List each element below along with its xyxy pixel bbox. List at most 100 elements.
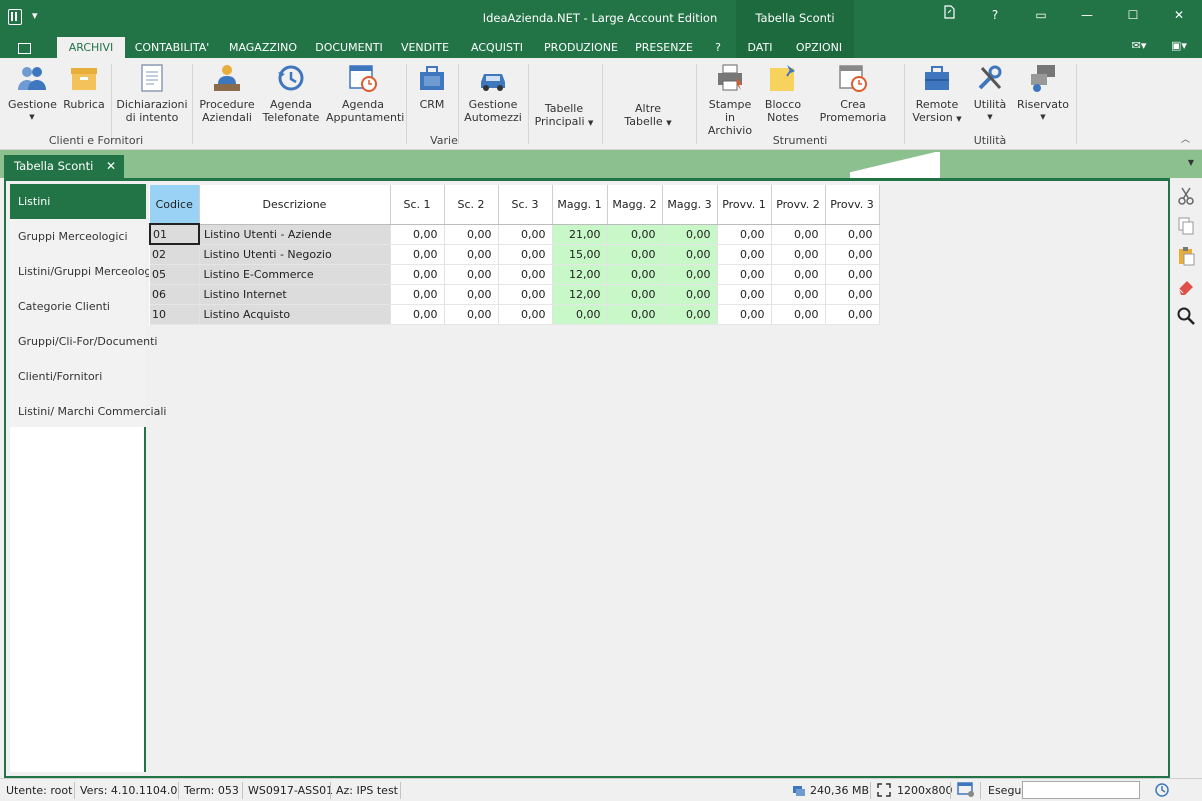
column-header-sc2[interactable]: Sc. 2 [444,185,499,225]
cell-descrizione[interactable]: Listino Utenti - Negozio [199,244,391,265]
dichiarazioni-button[interactable]: Dichiarazioni di intento [116,62,188,124]
cell-provv1[interactable]: 0,00 [717,264,772,285]
tab-acquisti[interactable]: ACQUISTI [462,37,532,58]
cell-sc3[interactable]: 0,00 [498,284,553,305]
cell-codice[interactable]: 10 [150,304,200,325]
tab-tabella-sconti[interactable]: Tabella Sconti ✕ [4,155,124,178]
cell-magg3[interactable]: 0,00 [662,244,718,265]
cell-sc1[interactable]: 0,00 [390,264,445,285]
tab-help[interactable]: ? [704,37,732,58]
cell-magg2[interactable]: 0,00 [607,224,663,245]
fullscreen-icon[interactable] [876,782,892,801]
cell-magg3[interactable]: 0,00 [662,264,718,285]
column-header-provv3[interactable]: Provv. 3 [825,185,880,225]
cell-provv3[interactable]: 0,00 [825,304,880,325]
cell-codice[interactable]: 06 [150,284,200,305]
paste-icon[interactable] [1176,246,1196,266]
cell-provv3[interactable]: 0,00 [825,224,880,245]
crm-button[interactable]: CRM [412,62,452,111]
nav-item-gruppi-merceologici[interactable]: Gruppi Merceologici [10,219,146,254]
cell-sc2[interactable]: 0,00 [444,264,499,285]
cell-sc1[interactable]: 0,00 [390,224,445,245]
cell-provv3[interactable]: 0,00 [825,284,880,305]
tab-presenze[interactable]: PRESENZE [630,37,698,58]
eraser-icon[interactable] [1176,276,1196,296]
column-header-sc3[interactable]: Sc. 3 [498,185,553,225]
nav-item-listini[interactable]: Listini [10,184,146,219]
cell-provv2[interactable]: 0,00 [771,264,826,285]
nav-item-listini-marchi[interactable]: Listini/ Marchi Commerciali [10,394,166,429]
utilita-button[interactable]: Utilità ▼ [968,62,1012,124]
cell-sc2[interactable]: 0,00 [444,304,499,325]
table-row[interactable]: 10 Listino Acquisto 0,00 0,00 0,00 0,00 … [150,304,880,325]
cell-provv1[interactable]: 0,00 [717,224,772,245]
cell-provv2[interactable]: 0,00 [771,284,826,305]
history-icon[interactable] [1154,782,1170,801]
cell-sc3[interactable]: 0,00 [498,264,553,285]
cell-magg1[interactable]: 21,00 [552,224,608,245]
cell-codice[interactable]: 05 [150,264,200,285]
rubrica-button[interactable]: Rubrica [62,62,106,111]
cell-codice[interactable]: 02 [150,244,200,265]
cell-magg2[interactable]: 0,00 [607,304,663,325]
tabs-dropdown-icon[interactable]: ▼ [1188,158,1194,167]
procedure-button[interactable]: Procedure Aziendali [198,62,256,124]
cell-descrizione[interactable]: Listino Acquisto [199,304,391,325]
cell-provv1[interactable]: 0,00 [717,244,772,265]
quick-access-dropdown-icon[interactable]: ▾ [32,9,38,22]
window-settings-icon[interactable] [957,782,975,801]
cell-provv2[interactable]: 0,00 [771,224,826,245]
table-row[interactable]: 02 Listino Utenti - Negozio 0,00 0,00 0,… [150,244,880,265]
cut-icon[interactable] [1176,186,1196,206]
agenda-telefonate-button[interactable]: Agenda Telefonate [262,62,320,124]
column-header-sc1[interactable]: Sc. 1 [390,185,445,225]
nav-item-gruppi-cli-for[interactable]: Gruppi/Cli-For/Documenti [10,324,157,359]
collapse-ribbon-icon[interactable]: ︿ [1181,132,1190,145]
cell-sc1[interactable]: 0,00 [390,244,445,265]
search-icon[interactable] [1176,306,1196,326]
remote-version-button[interactable]: Remote Version ▼ [910,62,964,126]
mail-icon[interactable]: ✉▾ [1126,39,1152,52]
cell-sc2[interactable]: 0,00 [444,224,499,245]
nav-item-listini-gruppi[interactable]: Listini/Gruppi Merceologici [10,254,164,289]
cell-provv1[interactable]: 0,00 [717,304,772,325]
cell-provv2[interactable]: 0,00 [771,244,826,265]
tab-archivi[interactable]: ARCHIVI [57,37,125,58]
cell-provv3[interactable]: 0,00 [825,244,880,265]
cell-magg3[interactable]: 0,00 [662,284,718,305]
column-header-magg3[interactable]: Magg. 3 [662,185,718,225]
app-icon[interactable] [8,9,22,25]
column-header-provv2[interactable]: Provv. 2 [771,185,826,225]
cell-descrizione[interactable]: Listino Utenti - Aziende [199,224,391,245]
restore-ribbon-icon[interactable]: ▭ [1018,0,1064,30]
tab-dati[interactable]: DATI [736,37,784,58]
file-menu-icon[interactable] [14,40,40,55]
close-button[interactable]: ✕ [1156,0,1202,30]
help-icon[interactable]: ? [972,0,1018,30]
column-header-descrizione[interactable]: Descrizione [199,185,391,225]
cell-provv3[interactable]: 0,00 [825,264,880,285]
tab-magazzino[interactable]: MAGAZZINO [222,37,304,58]
maximize-button[interactable]: ☐ [1110,0,1156,30]
tab-contabilita[interactable]: CONTABILITA' [128,37,216,58]
table-row[interactable]: 05 Listino E-Commerce 0,00 0,00 0,00 12,… [150,264,880,285]
cell-provv2[interactable]: 0,00 [771,304,826,325]
cell-sc1[interactable]: 0,00 [390,304,445,325]
tab-documenti[interactable]: DOCUMENTI [308,37,390,58]
cell-magg2[interactable]: 0,00 [607,264,663,285]
altre-tabelle-button[interactable]: Altre Tabelle ▼ [616,102,680,130]
table-row[interactable]: 01 Listino Utenti - Aziende 0,00 0,00 0,… [149,223,880,245]
column-header-codice[interactable]: Codice [150,185,200,225]
cell-magg1[interactable]: 0,00 [552,304,608,325]
nav-item-categorie-clienti[interactable]: Categorie Clienti [10,289,146,324]
tabelle-principali-button[interactable]: Tabelle Principali ▼ [532,102,596,130]
cell-sc3[interactable]: 0,00 [498,304,553,325]
tab-opzioni[interactable]: OPZIONI [784,37,854,58]
cell-descrizione[interactable]: Listino E-Commerce [199,264,391,285]
cell-sc3[interactable]: 0,00 [498,244,553,265]
cell-descrizione[interactable]: Listino Internet [199,284,391,305]
cell-sc1[interactable]: 0,00 [390,284,445,305]
close-tab-icon[interactable]: ✕ [106,155,116,178]
windows-layout-icon[interactable]: ▣▾ [1166,39,1192,52]
column-header-magg2[interactable]: Magg. 2 [607,185,663,225]
